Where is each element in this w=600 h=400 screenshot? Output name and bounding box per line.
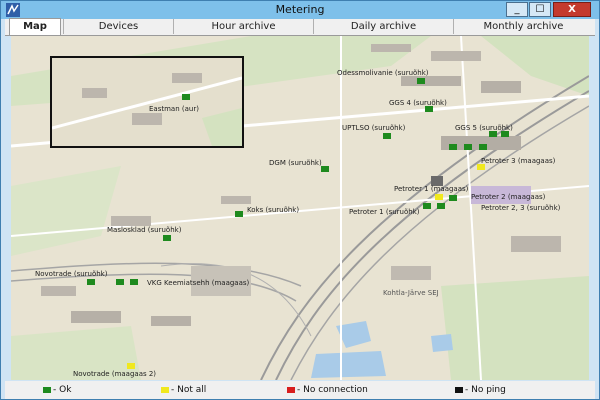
marker-vkg-a[interactable] <box>116 279 124 285</box>
tab-devices[interactable]: Devices <box>63 19 173 34</box>
marker-maslosklad[interactable] <box>163 235 171 241</box>
maximize-button[interactable]: ☐ <box>529 2 551 17</box>
label-uptlso: UPTLSO (suruõhk) <box>342 124 406 132</box>
label-petroter3: Petroter 3 (maagaas) <box>481 157 556 165</box>
marker-ggs5-b[interactable] <box>501 131 509 137</box>
marker-uptlso[interactable] <box>383 133 391 139</box>
marker-ggs5-c[interactable] <box>449 144 457 150</box>
marker-ggs5-d[interactable] <box>464 144 472 150</box>
marker-petroter23[interactable] <box>437 203 445 209</box>
label-dgm: DGM (suruõhk) <box>269 159 322 167</box>
tab-bar: Map Devices Hour archive Daily archive M… <box>5 18 595 36</box>
marker-ggs5-a[interactable] <box>489 131 497 137</box>
label-petroter1-maagaas: Petroter 1 (maagaas) <box>394 185 469 193</box>
minimize-button[interactable]: _ <box>506 2 528 17</box>
legend-no-connection-label: - No connection <box>297 385 368 395</box>
map-view[interactable]: Eastman (aur) Odessmolivanie (suruõhk) G… <box>11 36 589 380</box>
label-eastman: Eastman (aur) <box>149 105 199 113</box>
marker-novotrade2[interactable] <box>127 363 135 369</box>
no-connection-swatch <box>287 386 295 393</box>
close-button[interactable]: X <box>553 2 591 17</box>
label-kohtla-jarve: Kohtla-Järve SEJ <box>383 289 439 297</box>
metering-window: Metering _ ☐ X Map Devices Hour archive … <box>0 0 600 400</box>
no-ping-swatch <box>455 386 463 393</box>
inset-map-background <box>52 58 242 146</box>
ok-swatch <box>43 386 51 393</box>
legend-not-all: - Not all <box>161 385 206 395</box>
legend-no-ping-label: - No ping <box>465 385 506 395</box>
marker-eastman[interactable] <box>182 94 190 100</box>
legend-ok: - Ok <box>43 385 71 395</box>
label-koks: Koks (suruõhk) <box>247 206 300 214</box>
label-petroter1-suruohk: Petroter 1 (suruõhk) <box>349 208 420 216</box>
marker-novotrade[interactable] <box>87 279 95 285</box>
label-petroter23: Petroter 2, 3 (suruõhk) <box>481 204 561 212</box>
legend-not-all-label: - Not all <box>171 385 207 395</box>
label-odessmolivanie: Odessmolivanie (suruõhk) <box>337 69 429 77</box>
tab-daily-archive[interactable]: Daily archive <box>313 19 453 34</box>
marker-dgm[interactable] <box>321 166 329 172</box>
marker-ggs4[interactable] <box>425 106 433 112</box>
marker-petroter1-suruohk[interactable] <box>423 203 431 209</box>
title-bar[interactable]: Metering _ ☐ X <box>1 1 599 19</box>
label-novotrade2: Novotrade (maagaas 2) <box>73 370 157 378</box>
marker-odessmolivanie[interactable] <box>417 78 425 84</box>
tab-map[interactable]: Map <box>9 18 61 35</box>
marker-koks[interactable] <box>235 211 243 217</box>
inset-map[interactable]: Eastman (aur) <box>50 56 244 148</box>
tab-monthly-archive[interactable]: Monthly archive <box>453 19 593 34</box>
marker-vkg-b[interactable] <box>130 279 138 285</box>
label-vkg: VKG Keemiatsehh (maagaas) <box>147 279 250 287</box>
label-petroter2-maagaas: Petroter 2 (maagaas) <box>471 193 546 201</box>
marker-petroter1-maagaas[interactable] <box>435 194 443 200</box>
marker-petroter2-maagaas[interactable] <box>449 195 457 201</box>
legend-ok-label: - Ok <box>53 385 72 395</box>
tab-hour-archive[interactable]: Hour archive <box>173 19 313 34</box>
not-all-swatch <box>161 386 169 393</box>
marker-ggs5-e[interactable] <box>479 144 487 150</box>
label-ggs4: GGS 4 (suruõhk) <box>389 99 447 107</box>
legend-no-connection: - No connection <box>287 385 368 395</box>
legend-no-ping: - No ping <box>455 385 506 395</box>
label-novotrade: Novotrade (suruõhk) <box>35 270 108 278</box>
marker-petroter3[interactable] <box>477 164 485 170</box>
status-legend: - Ok - Not all - No connection - No ping <box>5 381 595 399</box>
label-maslosklad: Maslosklad (suruõhk) <box>107 226 182 234</box>
